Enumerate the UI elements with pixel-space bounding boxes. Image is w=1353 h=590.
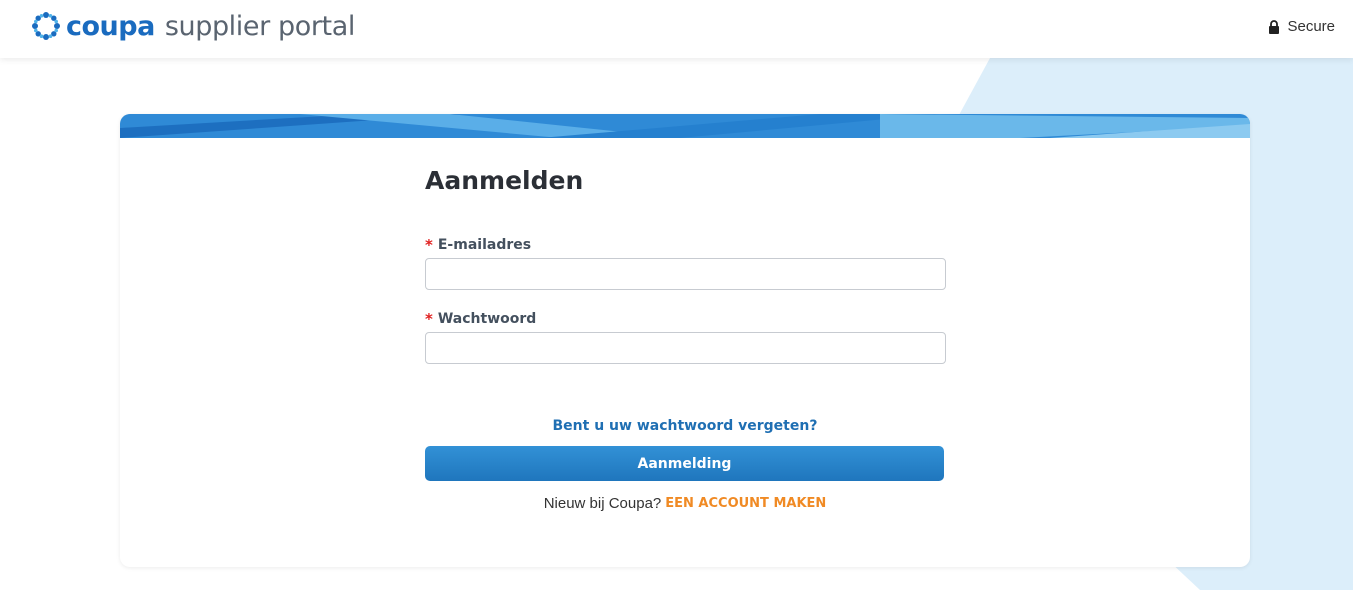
new-user-prompt: Nieuw bij Coupa?	[543, 495, 662, 512]
coupa-starburst-icon	[30, 10, 62, 42]
create-account-link[interactable]: EEN ACCOUNT MAKEN	[665, 496, 826, 511]
card-banner	[120, 114, 1250, 138]
forgot-password-link[interactable]: Bent u uw wachtwoord vergeten?	[425, 418, 945, 436]
login-form: Aanmelden * E-mailadres * Wachtwoord Ben…	[425, 166, 947, 512]
password-label: * Wachtwoord	[425, 310, 947, 328]
secure-label: Secure	[1287, 18, 1335, 35]
lock-icon	[1268, 19, 1280, 34]
login-card: Aanmelden * E-mailadres * Wachtwoord Ben…	[120, 114, 1250, 567]
secure-indicator: Secure	[1268, 18, 1335, 35]
page-title: Aanmelden	[425, 166, 584, 195]
password-label-text: Wachtwoord	[437, 311, 537, 327]
email-field[interactable]	[425, 258, 946, 290]
password-field[interactable]	[425, 332, 946, 364]
email-label-text: E-mailadres	[437, 237, 532, 253]
signup-row: Nieuw bij Coupa? EEN ACCOUNT MAKEN	[425, 495, 945, 512]
login-page: coupa supplier portal Secure Aanmelden *…	[0, 0, 1353, 590]
top-header: coupa supplier portal Secure	[0, 0, 1353, 58]
email-label: * E-mailadres	[425, 236, 947, 254]
required-marker: *	[425, 310, 433, 328]
logo-subtitle-text: supplier portal	[164, 10, 356, 42]
coupa-logo[interactable]: coupa supplier portal	[30, 8, 355, 44]
login-button[interactable]: Aanmelding	[425, 446, 944, 481]
logo-brand-text: coupa	[66, 10, 155, 42]
required-marker: *	[425, 236, 433, 254]
